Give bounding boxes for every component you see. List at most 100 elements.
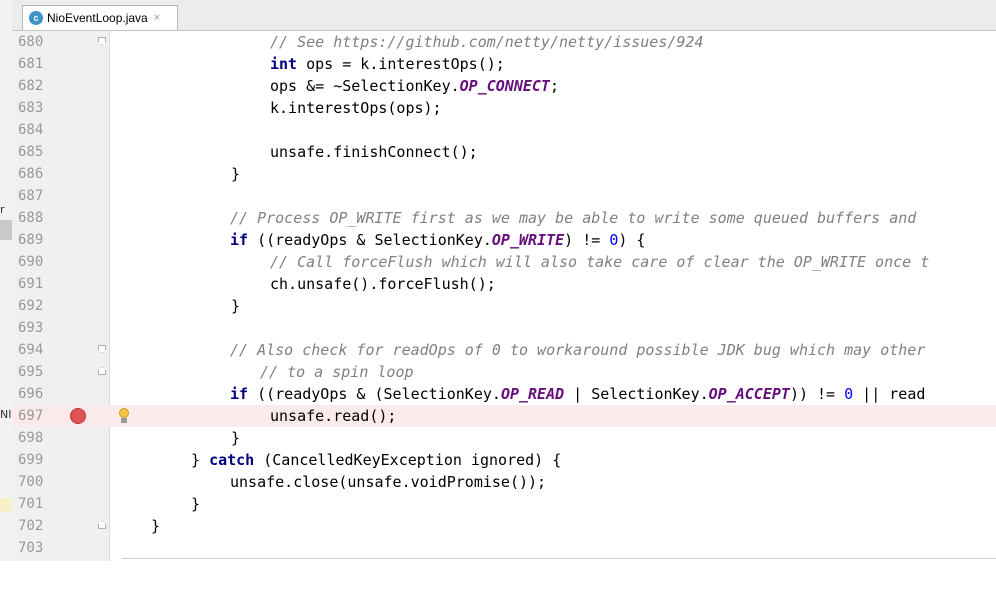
comment: // Also check for readOps of 0 to workar… [230,341,926,359]
code-text: } [231,429,241,447]
line-number: 683 [18,100,44,116]
line-number: 687 [18,188,44,204]
code-text: ((readyOps & SelectionKey. [248,231,492,249]
code-text: ((readyOps & (SelectionKey. [248,385,501,403]
line-number: 685 [18,144,44,160]
tab-nioeventloop[interactable]: c NioEventLoop.java × [22,5,178,30]
code-line[interactable]: 694 // Also check for readOps of 0 to wo… [12,339,996,361]
constant: OP_CONNECT [459,77,550,95]
constant: OP_ACCEPT [708,385,790,403]
panel-selection [0,220,12,240]
code-text: unsafe.read(); [270,407,397,425]
code-line[interactable]: 682 ops &= ~SelectionKey.OP_CONNECT; [12,75,996,97]
keyword: catch [209,451,255,469]
number-literal: 0 [844,385,854,403]
lightbulb-icon[interactable] [118,408,130,424]
code-line[interactable]: 690 // Call forceFlush which will also t… [12,251,996,273]
code-line[interactable]: 688 // Process OP_WRITE first as we may … [12,207,996,229]
fold-marker-icon[interactable] [98,345,106,353]
keyword: int [270,55,298,73]
panel-highlight [0,498,12,512]
code-editor[interactable]: 680 // See https://github.com/netty/nett… [12,31,996,561]
code-text: | SelectionKey. [564,385,709,403]
code-line[interactable]: 685 unsafe.finishConnect(); [12,141,996,163]
code-text: unsafe.finishConnect(); [270,143,478,161]
line-number: 680 [18,34,44,50]
code-text: ops = k.interestOps(); [297,55,505,73]
code-text: } [191,451,210,469]
line-number: 703 [18,540,44,556]
code-line[interactable]: 701 } [12,493,996,515]
code-line[interactable]: 680 // See https://github.com/netty/nett… [12,31,996,53]
line-number: 690 [18,254,44,270]
code-text: unsafe.close(unsafe.voidPromise()); [230,473,547,491]
code-line[interactable]: 692 } [12,295,996,317]
code-text: ) != [564,231,610,249]
code-text: (CancelledKeyException ignored) { [254,451,562,469]
keyword: if [230,231,249,249]
code-text: ch.unsafe().forceFlush(); [270,275,496,293]
line-number: 682 [18,78,44,94]
close-icon[interactable]: × [154,12,160,24]
line-number: 698 [18,430,44,446]
horizontal-scrollbar[interactable] [122,558,996,559]
line-number: 684 [18,122,44,138]
comment: // to a spin loop [260,363,414,381]
comment: // Call forceFlush which will also take … [270,253,930,271]
code-line[interactable]: 696 if ((readyOps & (SelectionKey.OP_REA… [12,383,996,405]
comment: // Process OP_WRITE first as we may be a… [230,209,917,227]
code-text: ) { [618,231,646,249]
code-line[interactable]: 695 // to a spin loop [12,361,996,383]
panel-text-fragment: NI [0,408,12,421]
code-line[interactable]: 700 unsafe.close(unsafe.voidPromise()); [12,471,996,493]
code-line[interactable]: 686 } [12,163,996,185]
line-number: 695 [18,364,44,380]
line-number: 686 [18,166,44,182]
constant: OP_READ [500,385,565,403]
code-text: } [151,517,161,535]
code-text: } [231,297,241,315]
code-line[interactable]: 703 [12,537,996,559]
line-number: 681 [18,56,44,72]
code-text: ; [549,77,559,95]
code-line[interactable]: 681 int ops = k.interestOps(); [12,53,996,75]
code-text: )) != [789,385,845,403]
code-text: k.interestOps(ops); [270,99,442,117]
code-line[interactable]: 691 ch.unsafe().forceFlush(); [12,273,996,295]
code-line[interactable]: 683 k.interestOps(ops); [12,97,996,119]
code-line[interactable]: 698 } [12,427,996,449]
code-line[interactable]: 687 [12,185,996,207]
keyword: if [230,385,249,403]
line-number: 689 [18,232,44,248]
line-number: 691 [18,276,44,292]
code-text: ops &= ~SelectionKey. [270,77,460,95]
code-line[interactable]: 699 } catch (CancelledKeyException ignor… [12,449,996,471]
line-number: 693 [18,320,44,336]
line-number: 697 [18,408,44,424]
line-number: 696 [18,386,44,402]
code-line-breakpoint[interactable]: 697 unsafe.read(); [12,405,996,427]
code-line[interactable]: 684 [12,119,996,141]
code-text: } [231,165,241,183]
editor-tab-bar: c NioEventLoop.java × [12,0,996,31]
code-line[interactable]: 689 if ((readyOps & SelectionKey.OP_WRIT… [12,229,996,251]
fold-marker-icon[interactable] [98,37,106,45]
code-line[interactable]: 702 } [12,515,996,537]
line-number: 700 [18,474,44,490]
comment: // See https://github.com/netty/netty/is… [270,33,704,51]
tab-label: NioEventLoop.java [47,11,148,25]
number-literal: 0 [609,231,619,249]
line-number: 699 [18,452,44,468]
line-number: 701 [18,496,44,512]
constant: OP_WRITE [491,231,565,249]
java-class-icon: c [29,11,43,25]
fold-marker-icon[interactable] [98,521,106,529]
line-number: 688 [18,210,44,226]
line-number: 702 [18,518,44,534]
breakpoint-icon[interactable] [70,408,86,424]
code-text: || read [853,385,926,403]
panel-text-fragment: r [0,203,5,216]
code-line[interactable]: 693 [12,317,996,339]
fold-marker-icon[interactable] [98,367,106,375]
line-number: 692 [18,298,44,314]
